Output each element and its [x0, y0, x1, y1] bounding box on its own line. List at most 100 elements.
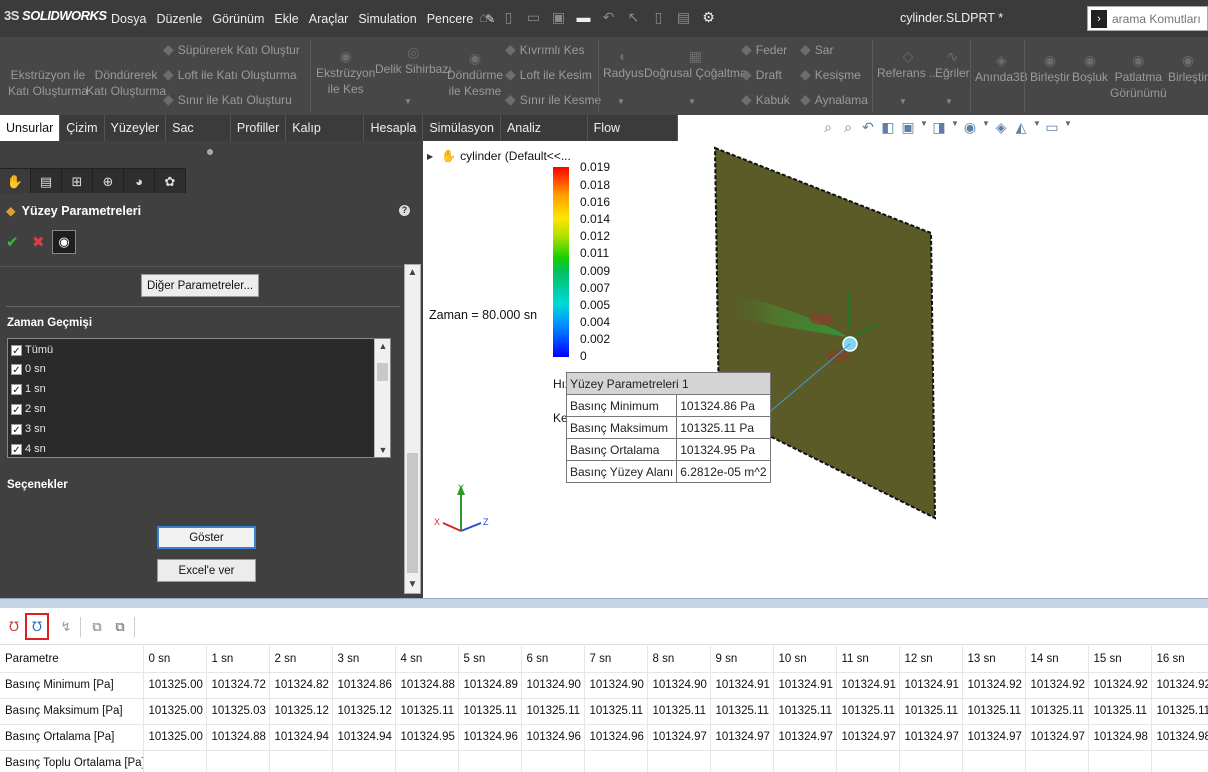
- menu-tools[interactable]: Araçlar: [309, 12, 356, 26]
- time-item-0[interactable]: ✓ 0 sn: [11, 362, 46, 376]
- tab-flow-simulation[interactable]: Flow Simulation: [588, 115, 678, 161]
- apply-scene-dropdown-icon[interactable]: ▼: [1033, 119, 1041, 136]
- time-item-3[interactable]: ✓ 3 sn: [11, 422, 46, 436]
- undo-icon[interactable]: ↶: [600, 9, 617, 26]
- grid-row[interactable]: Basınç Toplu Ortalama [Pa]: [0, 750, 1208, 772]
- file-properties-icon[interactable]: ▤: [675, 9, 692, 26]
- surface-parameters-callout[interactable]: Yüzey Parametreleri 1 Basınç Minimum 1013…: [565, 372, 771, 483]
- tab-sketch[interactable]: Çizim: [60, 115, 105, 141]
- rib-button[interactable]: ◆ Feder: [741, 42, 787, 58]
- tab-simulation[interactable]: Simülasyon: [423, 115, 501, 141]
- reference-dropdown-icon[interactable]: ▼: [899, 97, 907, 106]
- scroll-thumb[interactable]: [407, 453, 418, 573]
- zoom-to-area-icon[interactable]: ⌕: [840, 119, 856, 136]
- tab-weldments[interactable]: Profiller: [231, 115, 287, 141]
- fillet-button[interactable]: ◐ Radyus: [603, 49, 644, 81]
- grid-row[interactable]: Basınç Ortalama [Pa] 101325.00 101324.88 10…: [0, 724, 1208, 751]
- zoom-to-fit-icon[interactable]: ⌕: [820, 119, 836, 136]
- panel-scrollbar[interactable]: ▲ ▼: [404, 264, 421, 594]
- checkbox-checked-icon[interactable]: ✓: [11, 403, 22, 416]
- tab-analysis-preparation[interactable]: Analiz Hazırlığı: [501, 115, 588, 161]
- view-settings-icon[interactable]: ▭: [1044, 119, 1060, 136]
- export-to-excel-button[interactable]: Excel'e ver: [157, 559, 256, 582]
- flow-simulation-tab-icon[interactable]: ✿: [155, 168, 186, 193]
- menu-edit[interactable]: Düzenle: [156, 12, 209, 26]
- menu-simulation[interactable]: Simulation: [358, 12, 423, 26]
- tab-mold-tools[interactable]: Kalıp Araçları: [286, 115, 365, 161]
- open-icon[interactable]: ▭: [525, 9, 542, 26]
- solidworks-logo[interactable]: 3S SOLIDWORKS: [4, 8, 107, 23]
- expand-arrow-icon[interactable]: ▶: [427, 152, 433, 161]
- display-manager-tab-icon[interactable]: ◕: [124, 168, 155, 193]
- draft-button[interactable]: ◆ Draft: [741, 67, 782, 83]
- fillet-dropdown-icon[interactable]: ▼: [617, 97, 625, 106]
- sweep-boss-button[interactable]: ◆ Süpürerek Katı Oluştur: [163, 42, 300, 58]
- loft-cut-button[interactable]: ◆ Loft ile Kesim: [505, 67, 592, 83]
- extrude-cut-button[interactable]: ◉ Ekstrüzyon ile Kes: [316, 49, 375, 97]
- panel-grip-handle[interactable]: [207, 149, 213, 155]
- panel-splitter[interactable]: [0, 598, 1208, 608]
- extrude-boss-button[interactable]: Ekstrüzyon ile Katı Oluşturma: [8, 67, 88, 99]
- time-item-all[interactable]: ✓ Tümü: [11, 343, 53, 357]
- scroll-up-icon[interactable]: ▲: [405, 265, 420, 281]
- menu-file[interactable]: Dosya: [111, 12, 153, 26]
- hole-wizard-button[interactable]: ◎ Delik Sihirbazı: [375, 45, 452, 77]
- tab-features[interactable]: Unsurlar: [0, 115, 61, 141]
- grid-row[interactable]: Basınç Maksimum [Pa] 101325.00 101325.03 10…: [0, 698, 1208, 725]
- configuration-manager-tab-icon[interactable]: ⊞: [62, 168, 93, 193]
- view-orientation-icon[interactable]: ▣: [900, 119, 916, 136]
- scroll-down-icon[interactable]: ▼: [405, 577, 420, 593]
- refresh-icon[interactable]: ↯: [56, 617, 76, 637]
- select-icon[interactable]: ↖: [625, 9, 642, 26]
- hole-wizard-dropdown-icon[interactable]: ▼: [404, 97, 412, 106]
- cavity-button[interactable]: ◉ Boşluk: [1072, 53, 1108, 85]
- time-item-2[interactable]: ✓ 2 sn: [11, 402, 46, 416]
- feature-manager-tab-icon[interactable]: ✋: [0, 168, 31, 193]
- exploded-view-button[interactable]: ◉ Patlatma Görünümü: [1110, 53, 1167, 101]
- tab-evaluate[interactable]: Hesapla: [364, 115, 424, 141]
- intersect-button[interactable]: ◆ Kesişme: [800, 67, 861, 83]
- preview-eye-icon[interactable]: ◉: [52, 230, 76, 254]
- checkbox-checked-icon[interactable]: ✓: [11, 383, 22, 396]
- display-style-dropdown-icon[interactable]: ▼: [951, 119, 959, 136]
- pattern-dropdown-icon[interactable]: ▼: [688, 97, 696, 106]
- rebuild-results-icon[interactable]: ℧: [4, 617, 24, 637]
- dimxpert-tab-icon[interactable]: ⊕: [93, 168, 124, 193]
- checkbox-checked-icon[interactable]: ✓: [11, 443, 22, 456]
- rebuild-icon[interactable]: ▯: [650, 9, 667, 26]
- apply-scene-icon[interactable]: ◭: [1013, 119, 1029, 136]
- hide-show-dropdown-icon[interactable]: ▼: [982, 119, 990, 136]
- scroll-down-icon[interactable]: ▼: [375, 443, 390, 457]
- section-view-icon[interactable]: ◧: [880, 119, 896, 136]
- graphics-viewport[interactable]: ▶ ✋ cylinder (Default<<... Zaman = 80.00…: [423, 141, 1208, 598]
- loft-boss-button[interactable]: ◆ Loft ile Katı Oluşturma: [163, 67, 297, 83]
- more-parameters-button[interactable]: Diğer Parametreler...: [141, 274, 259, 297]
- menu-window[interactable]: Pencere: [427, 12, 481, 26]
- feature-tree-root[interactable]: ▶ ✋ cylinder (Default<<...: [427, 149, 571, 163]
- collapse-results-icon[interactable]: ℧: [25, 613, 49, 640]
- new-document-icon[interactable]: ▯: [500, 9, 517, 26]
- revolve-boss-button[interactable]: Döndürerek Katı Oluşturma: [86, 67, 166, 99]
- view-orientation-dropdown-icon[interactable]: ▼: [920, 119, 928, 136]
- checkbox-checked-icon[interactable]: ✓: [11, 363, 22, 376]
- scroll-thumb[interactable]: [377, 363, 388, 381]
- display-style-icon[interactable]: ◨: [931, 119, 947, 136]
- boundary-cut-button[interactable]: ◆ Sınır ile Kesme: [505, 92, 601, 108]
- save-icon[interactable]: ▣: [550, 9, 567, 26]
- view-settings-dropdown-icon[interactable]: ▼: [1064, 119, 1072, 136]
- options-gear-icon[interactable]: ⚙: [700, 9, 717, 26]
- instant3d-button[interactable]: ◈ Anında3B: [975, 53, 1028, 85]
- previous-view-icon[interactable]: ↶: [860, 119, 876, 136]
- swept-cut-button[interactable]: ◆ Kıvrımlı Kes: [505, 42, 584, 58]
- checkbox-checked-icon[interactable]: ✓: [11, 344, 22, 357]
- copy-icon[interactable]: ⧉: [87, 617, 107, 637]
- property-manager-tab-icon[interactable]: ▤: [31, 168, 62, 193]
- mirror-button[interactable]: ◆ Aynalama: [800, 92, 868, 108]
- print-icon[interactable]: ▬: [575, 9, 592, 26]
- wrap-button[interactable]: ◆ Sar: [800, 42, 833, 58]
- show-button[interactable]: Göster: [157, 526, 256, 549]
- combine-button[interactable]: ◉ Birleştir: [1030, 53, 1070, 85]
- curves-dropdown-icon[interactable]: ▼: [945, 97, 953, 106]
- combine-2-button[interactable]: ◉ Birleştir: [1168, 53, 1208, 85]
- grid-row[interactable]: Basınç Minimum [Pa] 101325.00 101324.72 101…: [0, 672, 1208, 699]
